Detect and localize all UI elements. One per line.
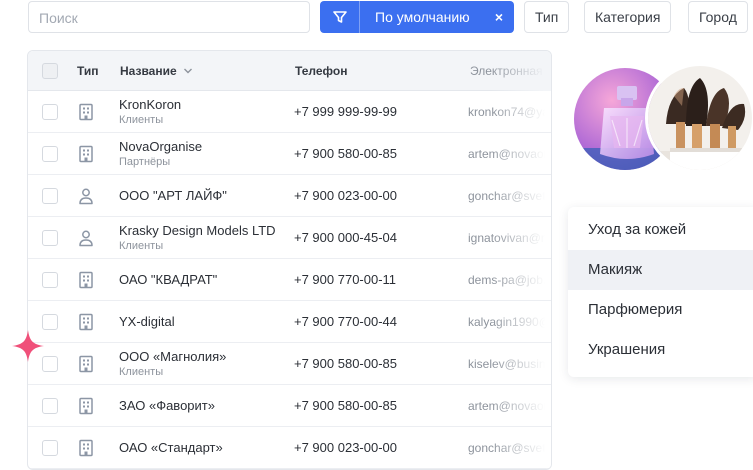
row-checkbox[interactable] — [42, 272, 58, 288]
building-icon — [78, 145, 94, 163]
category-menu-item[interactable]: Уход за кожей — [568, 210, 753, 250]
column-email: Электронная почта — [470, 64, 552, 78]
row-phone: +7 900 023-00-00 — [294, 440, 398, 455]
row-email: ignatovivan@mail.ru — [468, 231, 551, 245]
row-subtitle: Партнёры — [119, 156, 171, 168]
filter-category-button[interactable]: Категория — [584, 1, 672, 33]
filter-type-button[interactable]: Тип — [524, 1, 570, 33]
row-phone: +7 900 770-00-11 — [294, 272, 397, 287]
filter-icon — [320, 1, 360, 33]
column-name-label: Название — [120, 64, 177, 78]
row-checkbox[interactable] — [42, 230, 58, 246]
row-email: kalyagin1990@mail.ru — [468, 315, 551, 329]
default-filter-label: По умолчанию — [375, 9, 470, 25]
row-phone: +7 900 580-00-85 — [294, 146, 398, 161]
row-checkbox[interactable] — [42, 188, 58, 204]
building-icon — [78, 355, 94, 373]
table-row[interactable]: KronKoron Клиенты +7 999 999-99-99 kronkon7… — [28, 91, 551, 133]
table-row[interactable]: ООО "АРТ ЛАЙФ" +7 900 023-00-00 gonchar@sv… — [28, 175, 551, 217]
makeup-brushes-image — [645, 63, 753, 173]
select-all-checkbox[interactable] — [42, 63, 58, 79]
default-filter-chip[interactable]: По умолчанию × — [320, 1, 514, 33]
table-row[interactable]: ЗАО «Фаворит» +7 900 580-00-85 artem@novao… — [28, 385, 551, 427]
search-input[interactable]: Поиск — [28, 1, 310, 33]
row-email: dems-pa@job.ru — [468, 273, 552, 287]
row-checkbox[interactable] — [42, 146, 58, 162]
sparkle-icon — [12, 330, 44, 362]
row-phone: +7 900 000-45-04 — [294, 230, 398, 245]
row-email: kronkon74@yandex.ru — [468, 105, 551, 119]
building-icon — [78, 103, 94, 121]
building-icon — [78, 397, 94, 415]
row-subtitle: Клиенты — [119, 114, 164, 126]
table-row[interactable]: ОАО "КВАДРАТ" +7 900 770-00-11 dems-pa@job… — [28, 259, 551, 301]
row-name: ЗАО «Фаворит» — [119, 398, 215, 413]
sort-chevron-icon — [184, 68, 192, 74]
table-body: KronKoron Клиенты +7 999 999-99-99 kronkon7… — [28, 91, 551, 469]
building-icon — [78, 313, 94, 331]
row-name: KronKoron — [119, 97, 182, 112]
column-type: Тип — [77, 64, 99, 78]
row-name: ОАО "КВАДРАТ" — [119, 272, 218, 287]
row-email: gonchar@svetlana.ru — [468, 441, 551, 455]
row-name: ООО "АРТ ЛАЙФ" — [119, 188, 227, 203]
row-email: artem@novaorg.ru — [468, 399, 551, 413]
row-name: ООО «Магнолия» — [119, 349, 227, 364]
table-row[interactable]: ОАО «Стандарт» +7 900 023-00-00 gonchar@sv… — [28, 427, 551, 469]
clear-filter-icon[interactable]: × — [484, 9, 514, 25]
column-name[interactable]: Название — [120, 64, 193, 78]
person-icon — [78, 187, 94, 205]
row-email: gonchar@svetlana.ru — [468, 189, 551, 203]
table-row[interactable]: NovaOrganise Партнёры +7 900 580-00-85 arte… — [28, 133, 551, 175]
row-name: ОАО «Стандарт» — [119, 440, 223, 455]
row-phone: +7 900 023-00-00 — [294, 188, 398, 203]
row-name: YX-digital — [119, 314, 175, 329]
row-phone: +7 900 580-00-85 — [294, 398, 398, 413]
row-name: NovaOrganise — [119, 139, 203, 154]
building-icon — [78, 439, 94, 457]
row-phone: +7 900 770-00-44 — [294, 314, 398, 329]
row-checkbox[interactable] — [42, 398, 58, 414]
row-phone: +7 999 999-99-99 — [294, 104, 398, 119]
person-icon — [78, 229, 94, 247]
contacts-table: Тип Название Телефон Электронная почта K… — [27, 50, 552, 470]
row-phone: +7 900 580-00-85 — [294, 356, 398, 371]
row-subtitle: Клиенты — [119, 240, 164, 252]
filter-city-button[interactable]: Город — [688, 1, 748, 33]
category-menu-item[interactable]: Макияж — [568, 250, 753, 290]
table-row[interactable]: Krasky Design Models LTD Клиенты +7 900 00… — [28, 217, 551, 259]
table-row[interactable]: ООО «Магнолия» Клиенты +7 900 580-00-85 kis… — [28, 343, 551, 385]
table-header: Тип Название Телефон Электронная почта — [28, 51, 551, 91]
category-menu: Уход за кожей Макияж Парфюмерия Украшения — [568, 207, 753, 377]
building-icon — [78, 271, 94, 289]
column-phone: Телефон — [295, 64, 348, 78]
row-checkbox[interactable] — [42, 104, 58, 120]
row-email: kiselev@business.ru — [468, 357, 552, 371]
row-email: artem@novaorg.ru — [468, 147, 551, 161]
table-row[interactable]: YX-digital +7 900 770-00-44 kalyagin1990@m… — [28, 301, 551, 343]
category-menu-item[interactable]: Украшения — [568, 330, 753, 370]
category-menu-item[interactable]: Парфюмерия — [568, 290, 753, 330]
row-subtitle: Клиенты — [119, 366, 164, 378]
row-name: Krasky Design Models LTD — [119, 223, 276, 238]
row-checkbox[interactable] — [42, 440, 58, 456]
